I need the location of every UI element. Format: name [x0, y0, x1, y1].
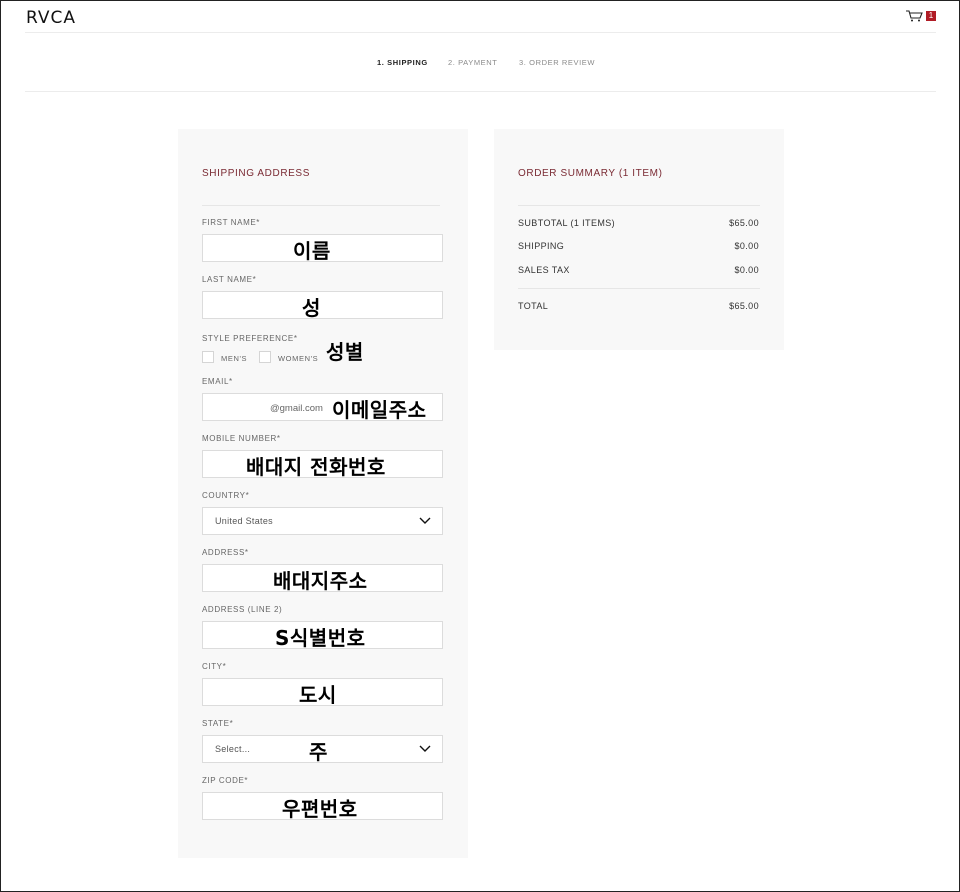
cart-count-badge: 1 [926, 11, 936, 21]
chevron-down-icon [419, 745, 431, 752]
shipping-address-title: SHIPPING ADDRESS [202, 168, 310, 179]
zip-code-label: ZIP CODE* [202, 776, 249, 785]
country-label: COUNTRY* [202, 491, 250, 500]
step-order-review[interactable]: 3. ORDER REVIEW [519, 58, 595, 67]
mobile-number-annotation: 배대지 전화번호 [246, 455, 386, 479]
state-label: STATE* [202, 719, 234, 728]
address-label: ADDRESS* [202, 548, 249, 557]
chevron-down-icon [419, 517, 431, 524]
mens-checkbox[interactable] [202, 351, 214, 363]
last-name-annotation: 성 [302, 296, 321, 320]
address-line2-label: ADDRESS (LINE 2) [202, 605, 283, 614]
screenshot-frame [0, 0, 960, 892]
site-header: RVCA 1 [25, 0, 936, 33]
address-annotation: 배대지주소 [273, 569, 368, 593]
womens-checkbox-label[interactable]: WOMEN'S [278, 354, 318, 363]
last-name-input[interactable] [202, 291, 443, 319]
order-summary-panel [494, 129, 784, 350]
country-selected-value: United States [215, 516, 273, 526]
address-line2-annotation: S식별번호 [275, 626, 366, 650]
mens-checkbox-label[interactable]: MEN'S [221, 354, 247, 363]
divider [202, 205, 440, 206]
state-selected-value: Select... [215, 744, 251, 754]
city-label: CITY* [202, 662, 227, 671]
summary-row-sales-tax: SALES TAX $0.00 [518, 265, 759, 275]
summary-row-shipping: SHIPPING $0.00 [518, 241, 759, 251]
womens-checkbox[interactable] [259, 351, 271, 363]
checkout-steps: 1. SHIPPING 2. PAYMENT 3. ORDER REVIEW [25, 33, 936, 92]
divider [518, 205, 760, 206]
cart-icon [906, 10, 923, 22]
summary-value: $0.00 [734, 241, 759, 251]
zip-code-annotation: 우편번호 [282, 797, 358, 821]
first-name-annotation: 이름 [293, 239, 331, 263]
style-preference-label: STYLE PREFERENCE* [202, 334, 298, 343]
step-shipping[interactable]: 1. SHIPPING [377, 58, 428, 67]
first-name-label: FIRST NAME* [202, 218, 261, 227]
summary-label: SUBTOTAL (1 ITEMS) [518, 218, 616, 228]
style-preference-annotation: 성별 [326, 340, 364, 364]
step-payment[interactable]: 2. PAYMENT [448, 58, 497, 67]
summary-row-subtotal: SUBTOTAL (1 ITEMS) $65.00 [518, 218, 759, 228]
brand-logo[interactable]: RVCA [26, 8, 76, 28]
order-summary-title: ORDER SUMMARY (1 ITEM) [518, 168, 663, 179]
summary-label: SHIPPING [518, 241, 565, 251]
cart-button[interactable]: 1 [905, 10, 936, 22]
country-select[interactable]: United States [202, 507, 443, 535]
email-label: EMAIL* [202, 377, 233, 386]
city-annotation: 도시 [299, 683, 337, 707]
mobile-number-label: MOBILE NUMBER* [202, 434, 281, 443]
last-name-label: LAST NAME* [202, 275, 257, 284]
email-value: @gmail.com [270, 403, 323, 414]
summary-value: $0.00 [734, 265, 759, 275]
divider [518, 288, 760, 289]
state-annotation: 주 [309, 740, 328, 764]
summary-total-value: $65.00 [729, 301, 759, 311]
summary-label: SALES TAX [518, 265, 570, 275]
summary-value: $65.00 [729, 218, 759, 228]
summary-row-total: TOTAL $65.00 [518, 301, 759, 311]
summary-total-label: TOTAL [518, 301, 549, 311]
email-annotation: 이메일주소 [332, 398, 427, 422]
